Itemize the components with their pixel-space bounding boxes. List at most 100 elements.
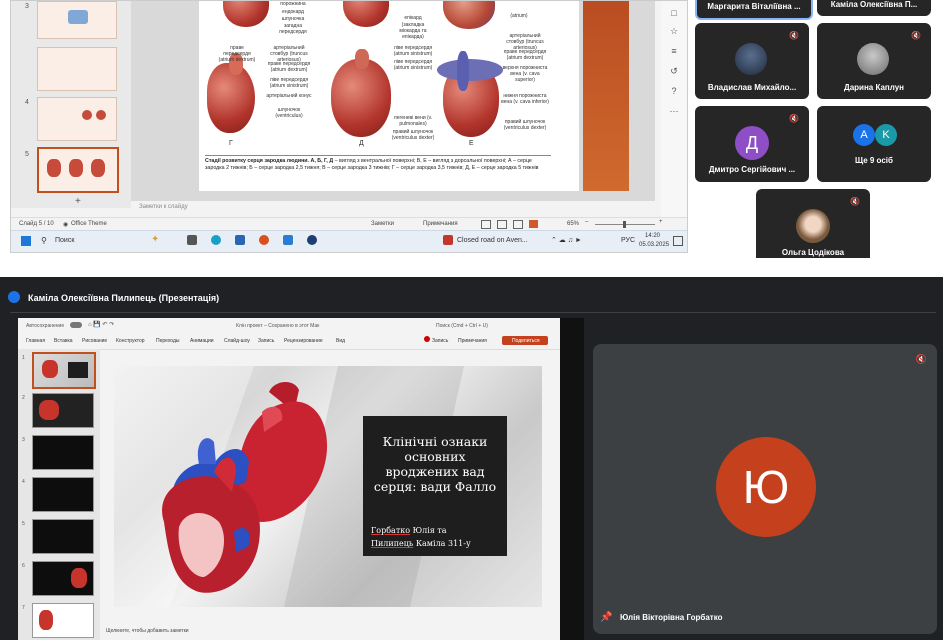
slide-thumbnail[interactable] [37, 1, 117, 39]
language-indicator[interactable]: РУС [621, 237, 635, 244]
separator [0, 258, 943, 277]
share-button[interactable]: Поделиться [512, 338, 540, 344]
record-button[interactable]: Запись [432, 338, 448, 344]
heart-illustration-d [331, 59, 391, 137]
slide-thumbnail-selected[interactable] [32, 352, 96, 389]
search-box[interactable]: Поиск (Cmd + Ctrl + U) [436, 323, 488, 329]
zoom-out-icon[interactable]: – [585, 219, 588, 225]
tab-animations[interactable]: Анимации [190, 338, 214, 344]
heart-illustration [223, 1, 269, 27]
normal-view-icon[interactable] [481, 220, 491, 229]
clock-date[interactable]: 05.03.2025 [639, 242, 669, 248]
vessel-shape [437, 59, 503, 81]
history-icon[interactable]: ↺ [668, 65, 680, 77]
minimize-icon[interactable]: □ [668, 7, 680, 19]
store-icon[interactable] [235, 235, 245, 245]
diagram-label: ендокард [282, 9, 304, 15]
notes-pane[interactable]: Щелкните, чтобы добавить заметки [100, 625, 584, 640]
presenter-name: Юлія Вікторівна Горбатко [620, 613, 723, 622]
clock-time[interactable]: 14:20 [645, 233, 660, 239]
diagram-label: ліве передсердя (atrium sinistrum) [269, 77, 309, 89]
diagram-label: загадна передсердя [279, 23, 307, 35]
slide-thumbnail-selected[interactable] [37, 147, 119, 193]
tab-draw[interactable]: Рисование [82, 338, 107, 344]
slide-thumbnail[interactable] [37, 97, 117, 141]
title-card: Клінічні ознаки основних вроджених вад с… [363, 416, 507, 556]
back-icon[interactable] [8, 291, 20, 303]
thumbnail-number: 3 [25, 3, 29, 10]
notes-toggle[interactable]: Заметки [371, 221, 394, 227]
tab-home[interactable]: Главная [26, 338, 45, 344]
participant-avatar: A [853, 124, 875, 146]
diagram-label: епікард [404, 15, 422, 21]
tab-review[interactable]: Рецензирование [284, 338, 323, 344]
tab-slideshow[interactable]: Слайд-шоу [224, 338, 250, 344]
participant-tile[interactable]: 🔇 Ольга Цодікова [756, 189, 870, 265]
theme-icon: ◉ [63, 222, 69, 228]
reading-view-icon[interactable] [513, 220, 523, 229]
participant-tile[interactable]: Маргарита Віталіївна ... [695, 0, 813, 20]
slide-thumbnail[interactable] [32, 477, 94, 512]
quick-access-icons[interactable]: ⌂ 💾 ↶ ↷ [88, 321, 114, 328]
slide-thumbnail[interactable] [32, 603, 94, 638]
diagram-label: шлуночка [281, 16, 305, 22]
participant-tile[interactable]: 🔇 Владислав Михайло... [695, 23, 809, 99]
comments-button[interactable]: Примечания [458, 338, 487, 344]
diagram-label: шлуночок (ventriculus) [275, 107, 303, 119]
participant-tile[interactable]: Каміла Олексіївна П... [817, 0, 931, 16]
search-icon[interactable]: ⚲ [41, 236, 47, 245]
slide-thumbnail[interactable] [32, 393, 94, 428]
tab-insert[interactable]: Вставка [54, 338, 73, 344]
zoom-slider-thumb[interactable] [623, 221, 626, 228]
participant-tile[interactable]: 🔇 Д Дмитро Сергійович ... [695, 106, 809, 182]
app-icon[interactable] [259, 235, 269, 245]
thumbnail-number: 5 [25, 151, 29, 158]
add-slide-icon[interactable]: + [75, 196, 81, 207]
participant-name: Маргарита Віталіївна ... [707, 2, 801, 11]
participant-tile[interactable]: 🔇 Дарина Каплун [817, 23, 931, 99]
comments-toggle[interactable]: Примечания [423, 221, 458, 227]
slide-thumbnail[interactable] [32, 519, 94, 554]
news-ticker[interactable]: Closed road on Aven... [457, 237, 528, 244]
author-surname-1: Горбатко [371, 526, 411, 535]
more-participants-label: Ще 9 осіб [855, 156, 893, 165]
more-icon[interactable]: ⋯ [668, 105, 680, 117]
slide-thumbnail[interactable] [37, 47, 117, 91]
notifications-icon[interactable] [673, 236, 683, 246]
taskbar-search-label[interactable]: Поиск [55, 237, 74, 244]
participant-name: Дмитро Сергійович ... [708, 165, 796, 174]
slideshow-icon[interactable] [529, 220, 538, 228]
task-view-icon[interactable] [187, 235, 197, 245]
autosave-toggle[interactable] [70, 322, 82, 328]
help-icon[interactable]: ? [668, 85, 680, 97]
tray-icons[interactable]: ⌃ ☁ ♫ ► [551, 236, 582, 244]
zoom-in-icon[interactable]: + [659, 219, 663, 225]
mic-off-icon: 🔇 [911, 31, 921, 40]
layers-icon[interactable]: ≡ [668, 45, 680, 57]
participant-tile-more[interactable]: A K Ще 9 осіб [817, 106, 931, 182]
notes-pane[interactable]: Заметки к слайду [131, 201, 655, 217]
tab-transitions[interactable]: Переходы [156, 338, 179, 344]
side-toolbar: □ ☆ ≡ ↺ ? ⋯ [661, 1, 687, 217]
slide-authors: Горбатко Юлія та Пилипець Каміла 311-у [371, 524, 501, 550]
thumbnail-number: 4 [22, 479, 25, 485]
windows-start-icon[interactable] [21, 236, 31, 246]
slide-thumbnail[interactable] [32, 435, 94, 470]
diagram-label: правий шлуночок (ventriculus dexter) [503, 119, 547, 131]
steam-icon[interactable] [307, 235, 317, 245]
slide-thumbnail[interactable] [32, 561, 94, 596]
slide-accent-bar [583, 1, 629, 191]
diagram-label: верхня порожниста вена (v. cava superior… [502, 65, 548, 83]
autosave-label: Автосохранение [26, 323, 65, 329]
heart-illustration [443, 1, 495, 29]
pin-icon[interactable]: 📌 [600, 612, 612, 623]
sparkle-icon: ✦ [151, 234, 160, 245]
star-icon[interactable]: ☆ [668, 25, 680, 37]
edge-icon[interactable] [211, 235, 221, 245]
app-icon[interactable] [283, 235, 293, 245]
tab-view[interactable]: Вид [336, 338, 345, 344]
tab-design[interactable]: Конструктор [116, 338, 145, 344]
heart-illustration [343, 1, 389, 27]
tab-record[interactable]: Запись [258, 338, 274, 344]
sorter-view-icon[interactable] [497, 220, 507, 229]
